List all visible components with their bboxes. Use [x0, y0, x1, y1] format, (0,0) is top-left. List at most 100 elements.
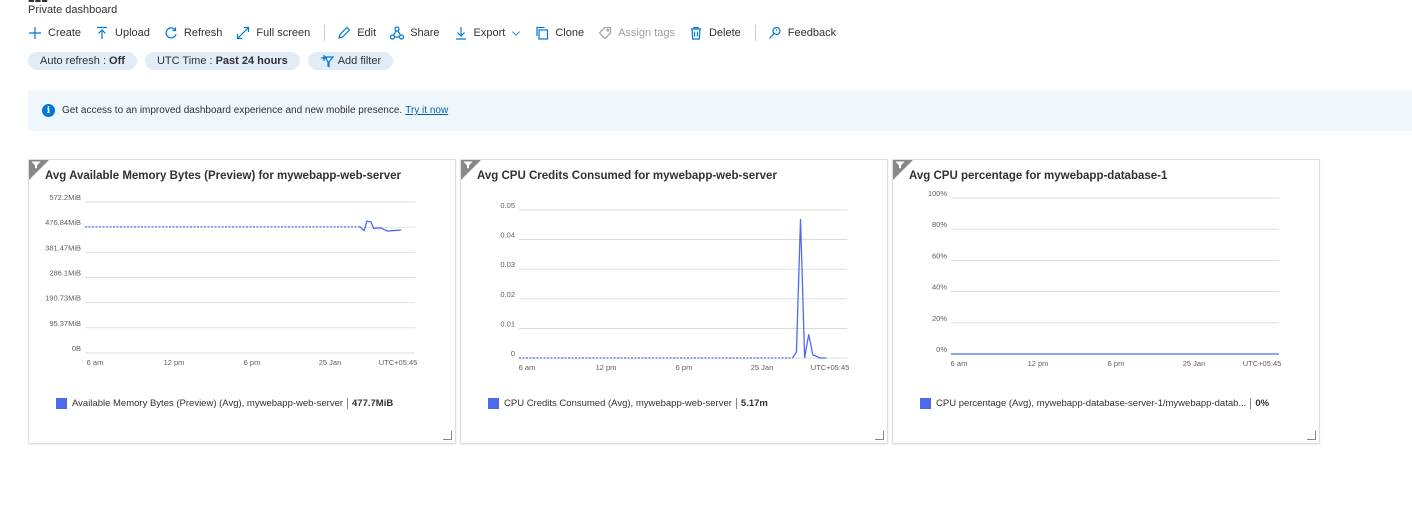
filter-bar: Auto refresh : Off UTC Time : Past 24 ho…	[28, 52, 394, 70]
x-tick-label: 12 pm	[596, 363, 617, 372]
resize-handle[interactable]	[1307, 431, 1316, 440]
tile-title: Avg CPU percentage for mywebapp-database…	[909, 170, 1168, 182]
tile-memory[interactable]: Avg Available Memory Bytes (Preview) for…	[28, 159, 456, 444]
chart-legend[interactable]: Available Memory Bytes (Preview) (Avg), …	[56, 398, 393, 409]
x-tick-label: UTC+05:45	[1243, 359, 1282, 368]
y-tick-label: 80%	[932, 220, 947, 229]
time-range-pill[interactable]: UTC Time : Past 24 hours	[144, 52, 300, 70]
assign-tags-button[interactable]: Assign tags	[598, 26, 675, 40]
feedback-label: Feedback	[787, 27, 837, 39]
chevron-down-icon	[512, 31, 521, 36]
chart-legend[interactable]: CPU percentage (Avg), mywebapp-database-…	[920, 398, 1269, 409]
chart-legend[interactable]: CPU Credits Consumed (Avg), mywebapp-web…	[488, 398, 768, 409]
memory-chart: 572.2MiB 476.84MiB 381.47MiB 286.1MiB 190.73…	[45, 193, 418, 367]
clone-icon	[536, 26, 549, 40]
fullscreen-button[interactable]: Full screen	[236, 26, 310, 40]
info-icon: i	[42, 104, 55, 117]
edit-label: Edit	[357, 27, 377, 39]
tile-title: Avg CPU Credits Consumed for mywebapp-we…	[477, 170, 777, 182]
legend-label: CPU Credits Consumed (Avg), mywebapp-web…	[504, 398, 732, 409]
legend-swatch	[488, 398, 499, 409]
trash-icon	[690, 26, 701, 40]
tile-cpu-percentage[interactable]: Avg CPU percentage for mywebapp-database…	[892, 159, 1320, 444]
tile-cpu-credits[interactable]: Avg CPU Credits Consumed for mywebapp-we…	[460, 159, 888, 444]
y-tick-label: 60%	[932, 251, 947, 260]
assign-tags-label: Assign tags	[618, 27, 675, 39]
y-tick-label: 0.02	[500, 290, 515, 299]
info-banner: i Get access to an improved dashboard ex…	[28, 90, 1412, 131]
share-button[interactable]: Share	[390, 26, 440, 40]
y-tick-label: 476.84MiB	[45, 218, 81, 227]
clone-label: Clone	[555, 27, 585, 39]
page-subtitle: Private dashboard	[28, 4, 118, 16]
fullscreen-label: Full screen	[256, 27, 311, 39]
x-tick-label: 6 pm	[1108, 359, 1125, 368]
x-tick-label: UTC+05:45	[379, 358, 418, 367]
x-tick-label: 25 Jan	[751, 363, 774, 372]
x-tick-label: 25 Jan	[1183, 359, 1206, 368]
x-tick-label: UTC+05:45	[811, 363, 850, 372]
series-line	[359, 220, 402, 232]
tag-icon	[598, 26, 612, 40]
toolbar-divider	[324, 25, 326, 41]
refresh-label: Refresh	[183, 27, 223, 39]
create-button[interactable]: Create	[28, 26, 81, 40]
x-tick-label: 6 pm	[676, 363, 693, 372]
x-tick-label: 6 am	[87, 358, 104, 367]
export-label: Export	[473, 27, 506, 39]
banner-text: Get access to an improved dashboard expe…	[62, 105, 403, 116]
y-tick-label: 0.03	[500, 260, 515, 269]
y-tick-label: 286.1MiB	[49, 269, 81, 278]
add-filter-label: Add filter	[337, 55, 382, 67]
share-label: Share	[410, 27, 440, 39]
upload-button[interactable]: Upload	[95, 26, 150, 40]
refresh-button[interactable]: Refresh	[164, 26, 223, 40]
time-range-label: UTC Time :	[156, 55, 213, 67]
page-title-clipped: ■■■	[28, 0, 58, 2]
upload-label: Upload	[115, 27, 150, 39]
add-filter-icon	[320, 55, 334, 68]
legend-label: CPU percentage (Avg), mywebapp-database-…	[936, 398, 1247, 409]
export-button[interactable]: Export	[454, 26, 522, 40]
share-icon	[390, 26, 405, 40]
y-tick-label: 0.04	[500, 231, 515, 240]
toolbar-divider	[754, 25, 756, 41]
y-tick-label: 20%	[932, 314, 947, 323]
y-tick-label: 0B	[72, 344, 81, 353]
try-it-now-link[interactable]: Try it now	[405, 105, 448, 116]
y-tick-label: 0%	[936, 345, 947, 354]
filter-icon	[895, 161, 905, 169]
delete-label: Delete	[708, 27, 741, 39]
x-tick-label: 6 am	[519, 363, 536, 372]
auto-refresh-value: Off	[109, 55, 125, 67]
filter-icon	[463, 161, 473, 169]
plus-icon	[29, 27, 41, 39]
pencil-icon	[338, 26, 351, 39]
y-tick-label: 381.47MiB	[45, 243, 81, 252]
x-tick-label: 12 pm	[1028, 359, 1049, 368]
delete-button[interactable]: Delete	[689, 26, 741, 40]
clone-button[interactable]: Clone	[535, 26, 584, 40]
x-tick-label: 6 am	[951, 359, 968, 368]
edit-button[interactable]: Edit	[337, 26, 376, 40]
feedback-button[interactable]: Feedback	[768, 26, 836, 40]
tile-title: Avg Available Memory Bytes (Preview) for…	[45, 170, 401, 182]
auto-refresh-pill[interactable]: Auto refresh : Off	[28, 52, 137, 70]
legend-value: 0%	[1250, 398, 1269, 409]
download-icon	[455, 27, 466, 40]
y-tick-label: 0.01	[500, 319, 515, 328]
cpu-credits-chart: 0.05 0.04 0.03 0.02 0.01 0 6 am 12 pm 6 pm 25 Jan…	[500, 201, 850, 372]
legend-value: 5.17m	[735, 398, 768, 409]
y-tick-label: 190.73MiB	[45, 294, 81, 303]
auto-refresh-label: Auto refresh :	[40, 55, 107, 67]
resize-handle[interactable]	[875, 431, 884, 440]
x-tick-label: 6 pm	[244, 358, 261, 367]
add-filter-button[interactable]: Add filter	[307, 52, 394, 70]
refresh-icon	[165, 27, 177, 39]
command-bar: Create Upload Refresh Full screen Edit S…	[28, 24, 850, 42]
y-tick-label: 0	[511, 349, 515, 358]
feedback-icon	[768, 26, 781, 39]
create-label: Create	[48, 27, 82, 39]
resize-handle[interactable]	[443, 431, 452, 440]
filter-icon	[31, 161, 41, 169]
